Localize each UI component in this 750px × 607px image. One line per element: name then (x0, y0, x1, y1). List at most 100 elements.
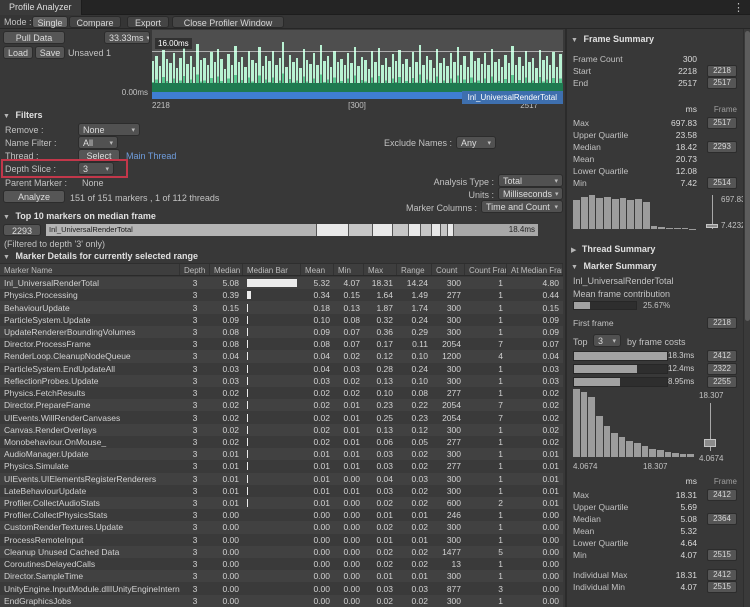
table-row[interactable]: ParticleSystem.Update30.090.100.080.320.… (0, 314, 563, 326)
table-row[interactable]: EndGraphicsJobs30.000.000.000.020.023001… (0, 595, 563, 607)
table-row[interactable]: ReflectionProbes.Update30.030.030.020.13… (0, 375, 563, 387)
header-cell[interactable]: Min (334, 264, 364, 275)
header-cell[interactable]: Median Bar (243, 264, 301, 275)
load-button[interactable]: Load (3, 46, 33, 59)
summary-row: Min7.422514 (567, 177, 743, 189)
top10-segment[interactable] (373, 224, 393, 236)
top10-segment[interactable] (421, 224, 432, 236)
top10-segment[interactable] (409, 224, 422, 236)
top10-section-header[interactable]: ▼ Top 10 markers on median frame (3, 211, 156, 221)
analyze-button[interactable]: Analyze (3, 190, 65, 203)
filters-section-header[interactable]: ▼ Filters (3, 110, 42, 120)
top10-segment[interactable] (349, 224, 374, 236)
frame-button[interactable]: 2515 (707, 549, 737, 561)
header-cell[interactable]: Range (397, 264, 432, 275)
close-profiler-button[interactable]: Close Profiler Window (172, 16, 284, 28)
marker-summary-header[interactable]: ▼ Marker Summary (571, 261, 657, 271)
thread-select-button[interactable]: Select (78, 149, 120, 162)
pull-data-button[interactable]: Pull Data (3, 31, 65, 44)
table-row[interactable]: UnityEngine.InputModule.dllIUnityEngineI… (0, 582, 563, 594)
analysis-type-dropdown[interactable]: Total ▾ (498, 174, 563, 187)
mode-single-button[interactable]: Single (32, 16, 68, 28)
top10-segment[interactable] (448, 224, 454, 236)
frame-button[interactable]: 2412 (707, 489, 737, 501)
top10-segment[interactable]: Inl_UniversalRenderTotal (46, 224, 317, 236)
header-cell[interactable]: Marker Name (0, 264, 180, 275)
table-row[interactable]: Cleanup Unused Cached Data30.000.000.000… (0, 546, 563, 558)
frame-time-graph[interactable]: 16.00ms (152, 30, 563, 99)
scrollbar-thumb[interactable] (745, 31, 750, 321)
tab-profile-analyzer[interactable]: Profile Analyzer (0, 0, 82, 15)
table-row[interactable]: ProcessRemoteInput30.000.000.000.010.013… (0, 534, 563, 546)
export-button[interactable]: Export (127, 16, 169, 28)
thread-summary-header[interactable]: ▶ Thread Summary (571, 244, 655, 254)
table-row[interactable]: Director.SampleTime30.000.000.000.010.01… (0, 570, 563, 582)
table-row[interactable]: AudioManager.Update30.010.010.010.030.02… (0, 448, 563, 460)
header-cell[interactable]: At Median Frame (507, 264, 563, 275)
table-row[interactable]: Profiler.CollectPhysicsStats30.000.000.0… (0, 509, 563, 521)
table-row[interactable]: CustomRenderTextures.Update30.000.000.00… (0, 521, 563, 533)
frame-button[interactable]: 2293 (707, 141, 737, 153)
table-row[interactable]: Director.ProcessFrame30.080.080.070.170.… (0, 338, 563, 350)
frame-button[interactable]: 2412 (707, 350, 737, 362)
header-cell[interactable]: Count (432, 264, 465, 275)
mode-compare-button[interactable]: Compare (69, 16, 121, 28)
frame-button[interactable]: 2218 (707, 65, 737, 77)
table-row[interactable]: Physics.FetchResults30.020.020.020.100.0… (0, 387, 563, 399)
header-cell[interactable]: Median (210, 264, 243, 275)
table-row[interactable]: RenderLoop.CleanupNodeQueue30.040.040.02… (0, 350, 563, 362)
remove-dropdown[interactable]: None ▾ (78, 123, 140, 136)
top-costs-dropdown[interactable]: 3 ▾ (593, 334, 621, 347)
top10-segment[interactable] (393, 224, 409, 236)
frame-button[interactable]: 2515 (707, 581, 737, 593)
frame-summary-histogram[interactable] (573, 195, 697, 229)
top10-segment[interactable] (441, 224, 448, 236)
table-row[interactable]: UpdateRendererBoundingVolumes30.080.090.… (0, 326, 563, 338)
header-cell[interactable]: Max (364, 264, 397, 275)
table-row[interactable]: LateBehaviourUpdate30.010.010.010.030.02… (0, 485, 563, 497)
top10-segment[interactable] (432, 224, 441, 236)
name-filter-dropdown[interactable]: All ▾ (78, 136, 118, 149)
header-cell[interactable]: Depth (180, 264, 210, 275)
selected-marker-badge[interactable]: Inl_UniversalRenderTotal (462, 91, 563, 104)
frame-button[interactable]: 2517 (707, 117, 737, 129)
save-button[interactable]: Save (35, 46, 65, 59)
table-row[interactable]: CoroutinesDelayedCalls30.000.000.000.020… (0, 558, 563, 570)
table-row[interactable]: ParticleSystem.EndUpdateAll30.030.040.03… (0, 363, 563, 375)
table-row[interactable]: Monobehaviour.OnMouse_30.020.020.010.060… (0, 436, 563, 448)
table-row[interactable]: Physics.Processing30.390.340.151.641.492… (0, 289, 563, 301)
window-menu-icon[interactable]: ⋮ (733, 1, 744, 14)
table-row[interactable]: UIEvents.WillRenderCanvases30.020.020.01… (0, 411, 563, 423)
top10-segment[interactable] (317, 224, 349, 236)
scale-dropdown[interactable]: 33.33ms ▾ (104, 31, 150, 44)
table-row[interactable]: Canvas.RenderOverlays30.020.020.010.130.… (0, 424, 563, 436)
table-row[interactable]: Profiler.CollectAudioStats30.010.010.000… (0, 497, 563, 509)
table-row[interactable]: Director.PrepareFrame30.020.020.010.230.… (0, 399, 563, 411)
frame-button[interactable]: 2255 (707, 376, 737, 388)
details-section-header[interactable]: ▼ Marker Details for currently selected … (3, 251, 198, 261)
frame-button[interactable]: 2412 (707, 569, 737, 581)
cell: BehaviourUpdate (0, 301, 180, 313)
exclude-names-dropdown[interactable]: Any ▾ (456, 136, 496, 149)
header-cell[interactable]: Mean (301, 264, 334, 275)
frame-button[interactable]: 2322 (707, 363, 737, 375)
frame-summary-header[interactable]: ▼ Frame Summary (571, 34, 654, 44)
top10-frame-button[interactable]: 2293 (3, 224, 41, 236)
table-row[interactable]: BehaviourUpdate30.150.180.131.871.743001… (0, 301, 563, 313)
vertical-scrollbar[interactable] (743, 29, 750, 607)
top10-bar[interactable]: Inl_UniversalRenderTotal18.4ms (46, 224, 538, 236)
marker-summary-histogram[interactable] (573, 389, 695, 457)
table-row[interactable]: Inl_UniversalRenderTotal35.085.324.0718.… (0, 277, 563, 289)
cell: 0.29 (397, 326, 432, 338)
header-cell[interactable]: Count Frame (465, 264, 507, 275)
table-row[interactable]: Physics.Simulate30.010.010.010.030.02277… (0, 460, 563, 472)
frame-button[interactable]: 2517 (707, 77, 737, 89)
marker-columns-dropdown[interactable]: Time and Count ▾ (481, 200, 563, 213)
frame-button[interactable]: 2364 (707, 513, 737, 525)
first-frame-button[interactable]: 2218 (707, 317, 737, 329)
depth-slice-dropdown[interactable]: 3 ▾ (78, 162, 114, 175)
cell: 0.00 (507, 570, 563, 582)
units-dropdown[interactable]: Milliseconds ▾ (498, 187, 563, 200)
table-row[interactable]: UIEvents.UIElementsRegisterRenderers30.0… (0, 473, 563, 485)
frame-button[interactable]: 2514 (707, 177, 737, 189)
